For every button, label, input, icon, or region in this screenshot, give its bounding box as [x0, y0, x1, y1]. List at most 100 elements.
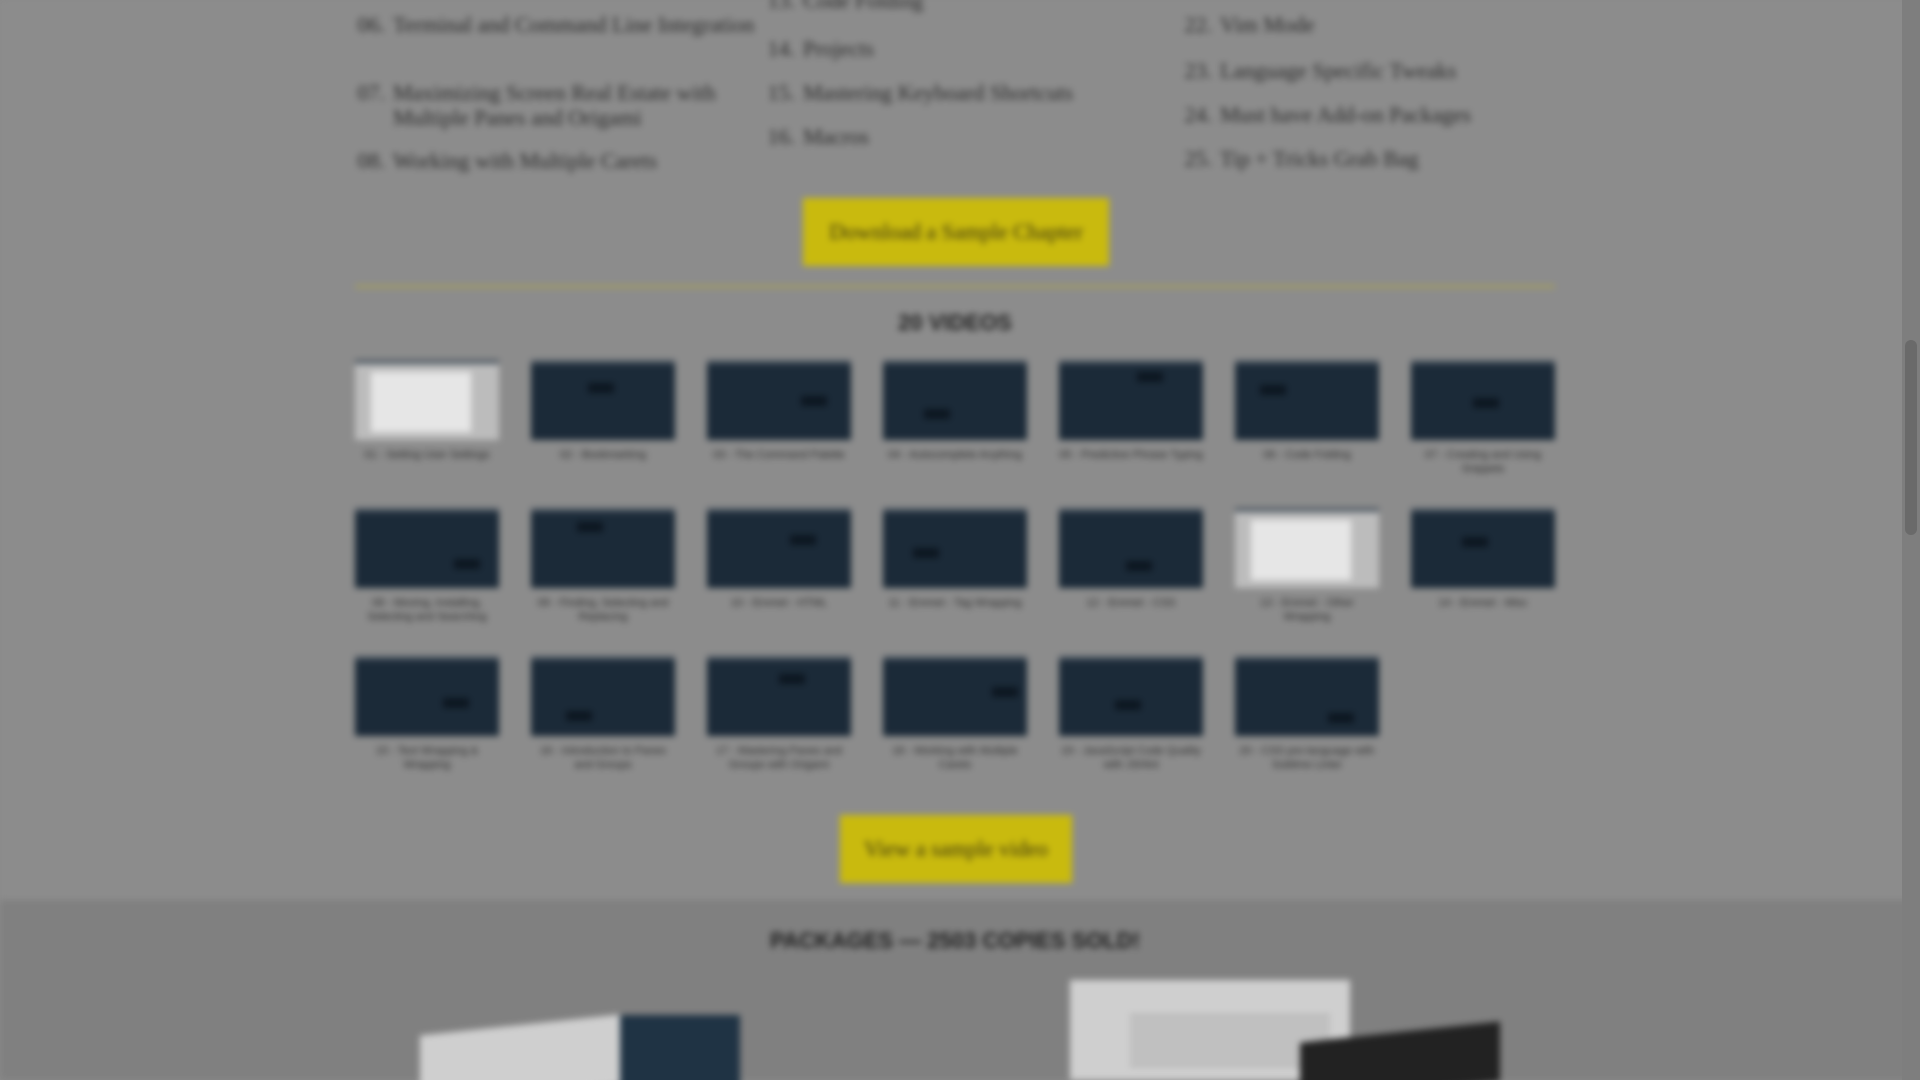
toc-item-number: 08.: [357, 148, 386, 173]
video-label[interactable]: 10 - Emmet - HTML: [707, 596, 851, 610]
video-label[interactable]: 05 - Predictive Phrase Typing: [1059, 448, 1203, 462]
toc-item-number: 13.: [767, 0, 796, 13]
page: 06. Terminal and Command Line Integration…: [0, 0, 1920, 1080]
video-thumbnail[interactable]: [355, 656, 499, 736]
video-label[interactable]: 07 - Creating and Using Snippets: [1411, 448, 1555, 476]
video-label[interactable]: 08 - Moving, Installing, Selecting and S…: [355, 596, 499, 624]
video-thumbnail[interactable]: [707, 508, 851, 588]
toc-item-number: 23.: [1184, 58, 1213, 83]
video-card[interactable]: 10 - Emmet - HTML: [707, 508, 851, 610]
toc-item-title: Code Folding: [803, 0, 924, 13]
video-label[interactable]: 01 - Setting User Settings: [355, 448, 499, 462]
video-thumbnail[interactable]: [883, 656, 1027, 736]
video-thumbnail[interactable]: [707, 656, 851, 736]
page-scrollbar[interactable]: [1902, 0, 1920, 1080]
toc-item: 07. Maximizing Screen Real Estate with Mu…: [355, 80, 755, 130]
download-sample-chapter-button[interactable]: Download a Sample Chapter: [803, 198, 1109, 266]
video-label[interactable]: 14 - Emmet - Misc: [1411, 596, 1555, 610]
toc-item-number: 15.: [767, 80, 796, 105]
video-thumbnail[interactable]: [883, 508, 1027, 588]
videos-section-title: 20 VIDEOS: [898, 310, 1012, 335]
video-card[interactable]: 05 - Predictive Phrase Typing: [1059, 360, 1203, 462]
video-card[interactable]: 02 - Bookmarking: [531, 360, 675, 462]
video-label[interactable]: 03 - The Command Palette: [707, 448, 851, 462]
toc-item: 22. Vim Mode: [1182, 12, 1562, 37]
toc-item: 23. Language Specific Tweaks: [1182, 58, 1562, 83]
toc-item-number: 14.: [767, 36, 796, 61]
video-thumbnail[interactable]: [531, 656, 675, 736]
video-card[interactable]: 08 - Moving, Installing, Selecting and S…: [355, 508, 499, 624]
video-card[interactable]: 13 - Emmet - Other Wrapping: [1235, 508, 1379, 624]
laptop-package-image[interactable]: [1070, 980, 1530, 1080]
video-thumbnail[interactable]: [1235, 656, 1379, 736]
toc-item-title: Vim Mode: [1220, 12, 1315, 37]
video-card[interactable]: 16 - Introduction to Panes and Groups: [531, 656, 675, 772]
video-label[interactable]: 06 - Code Folding: [1235, 448, 1379, 462]
video-card[interactable]: 11 - Emmet - Tag Wrapping: [883, 508, 1027, 610]
video-card[interactable]: 15 - Text Wrapping & Wrapping: [355, 656, 499, 772]
video-thumbnail[interactable]: [1411, 508, 1555, 588]
video-card[interactable]: 04 - Autocomplete Anything: [883, 360, 1027, 462]
toc-item: 06. Terminal and Command Line Integration: [355, 12, 755, 37]
toc-item: 24. Must have Add-on Packages: [1182, 102, 1562, 127]
toc-item: 15. Mastering Keyboard Shortcuts: [765, 80, 1145, 105]
video-card[interactable]: 12 - Emmet - CSS: [1059, 508, 1203, 610]
video-thumbnail[interactable]: [883, 360, 1027, 440]
video-thumbnail[interactable]: [531, 360, 675, 440]
video-thumbnail[interactable]: [355, 508, 499, 588]
toc-item-title: Terminal and Command Line Integration: [393, 12, 755, 37]
video-label[interactable]: 09 - Finding, Selecting and Replacing: [531, 596, 675, 624]
video-label[interactable]: 17 - Mastering Panes and Groups with Ori…: [707, 744, 851, 772]
toc-item-title: Mastering Keyboard Shortcuts: [803, 80, 1074, 105]
toc-item: 14. Projects: [765, 36, 1145, 61]
toc-item-title: Tip + Tricks Grab Bag: [1220, 146, 1419, 171]
video-label[interactable]: 19 - JavaScript Code Quality with JSHint: [1059, 744, 1203, 772]
video-card[interactable]: 18 - Working with Multiple Carets: [883, 656, 1027, 772]
video-card[interactable]: 19 - JavaScript Code Quality with JSHint: [1059, 656, 1203, 772]
toc-item-title: Must have Add-on Packages: [1220, 102, 1472, 127]
video-thumbnail[interactable]: [1059, 508, 1203, 588]
toc-item: 16. Macros: [765, 124, 1145, 149]
video-card[interactable]: 03 - The Command Palette: [707, 360, 851, 462]
video-card[interactable]: 01 - Setting User Settings: [355, 360, 499, 462]
video-thumbnail[interactable]: [1411, 360, 1555, 440]
video-label[interactable]: 20 - CSS pre-language with Sublime Linte…: [1235, 744, 1379, 772]
toc-item-title: Macros: [803, 124, 869, 149]
video-label[interactable]: 13 - Emmet - Other Wrapping: [1235, 596, 1379, 624]
toc-item: 08. Working with Multiple Carets: [355, 148, 755, 173]
video-card[interactable]: 07 - Creating and Using Snippets: [1411, 360, 1555, 476]
video-label[interactable]: 04 - Autocomplete Anything: [883, 448, 1027, 462]
scrollbar-thumb[interactable]: [1905, 340, 1917, 535]
video-thumbnail[interactable]: [355, 360, 499, 440]
video-label[interactable]: 11 - Emmet - Tag Wrapping: [883, 596, 1027, 610]
video-card[interactable]: 17 - Mastering Panes and Groups with Ori…: [707, 656, 851, 772]
video-card[interactable]: 20 - CSS pre-language with Sublime Linte…: [1235, 656, 1379, 772]
video-label[interactable]: 12 - Emmet - CSS: [1059, 596, 1203, 610]
toc-item-number: 24.: [1184, 102, 1213, 127]
toc-item-title: Maximizing Screen Real Estate with Multi…: [393, 80, 716, 130]
packages-section: [0, 900, 1920, 1080]
video-thumbnail[interactable]: [707, 360, 851, 440]
video-card[interactable]: 06 - Code Folding: [1235, 360, 1379, 462]
video-label[interactable]: 18 - Working with Multiple Carets: [883, 744, 1027, 772]
video-thumbnail[interactable]: [1059, 656, 1203, 736]
video-label[interactable]: 16 - Introduction to Panes and Groups: [531, 744, 675, 772]
toc-item-number: 07.: [357, 80, 386, 105]
section-divider: [355, 285, 1555, 288]
video-label[interactable]: 15 - Text Wrapping & Wrapping: [355, 744, 499, 772]
video-thumbnail[interactable]: [531, 508, 675, 588]
video-thumbnail[interactable]: [1235, 508, 1379, 588]
toc-item-title: Working with Multiple Carets: [393, 148, 658, 173]
video-label[interactable]: 02 - Bookmarking: [531, 448, 675, 462]
toc-item-number: 06.: [357, 12, 386, 37]
video-card[interactable]: 14 - Emmet - Misc: [1411, 508, 1555, 610]
packages-title: PACKAGES — 2503 COPIES SOLD!: [769, 928, 1140, 953]
toc-item-title: Projects: [803, 36, 874, 61]
video-thumbnail[interactable]: [1235, 360, 1379, 440]
video-card[interactable]: 09 - Finding, Selecting and Replacing: [531, 508, 675, 624]
view-sample-video-button[interactable]: View a sample video: [840, 815, 1072, 883]
toc-item-title: Language Specific Tweaks: [1220, 58, 1457, 83]
book-package-image[interactable]: [420, 1005, 810, 1080]
toc-item-number: 25.: [1184, 146, 1213, 171]
video-thumbnail[interactable]: [1059, 360, 1203, 440]
